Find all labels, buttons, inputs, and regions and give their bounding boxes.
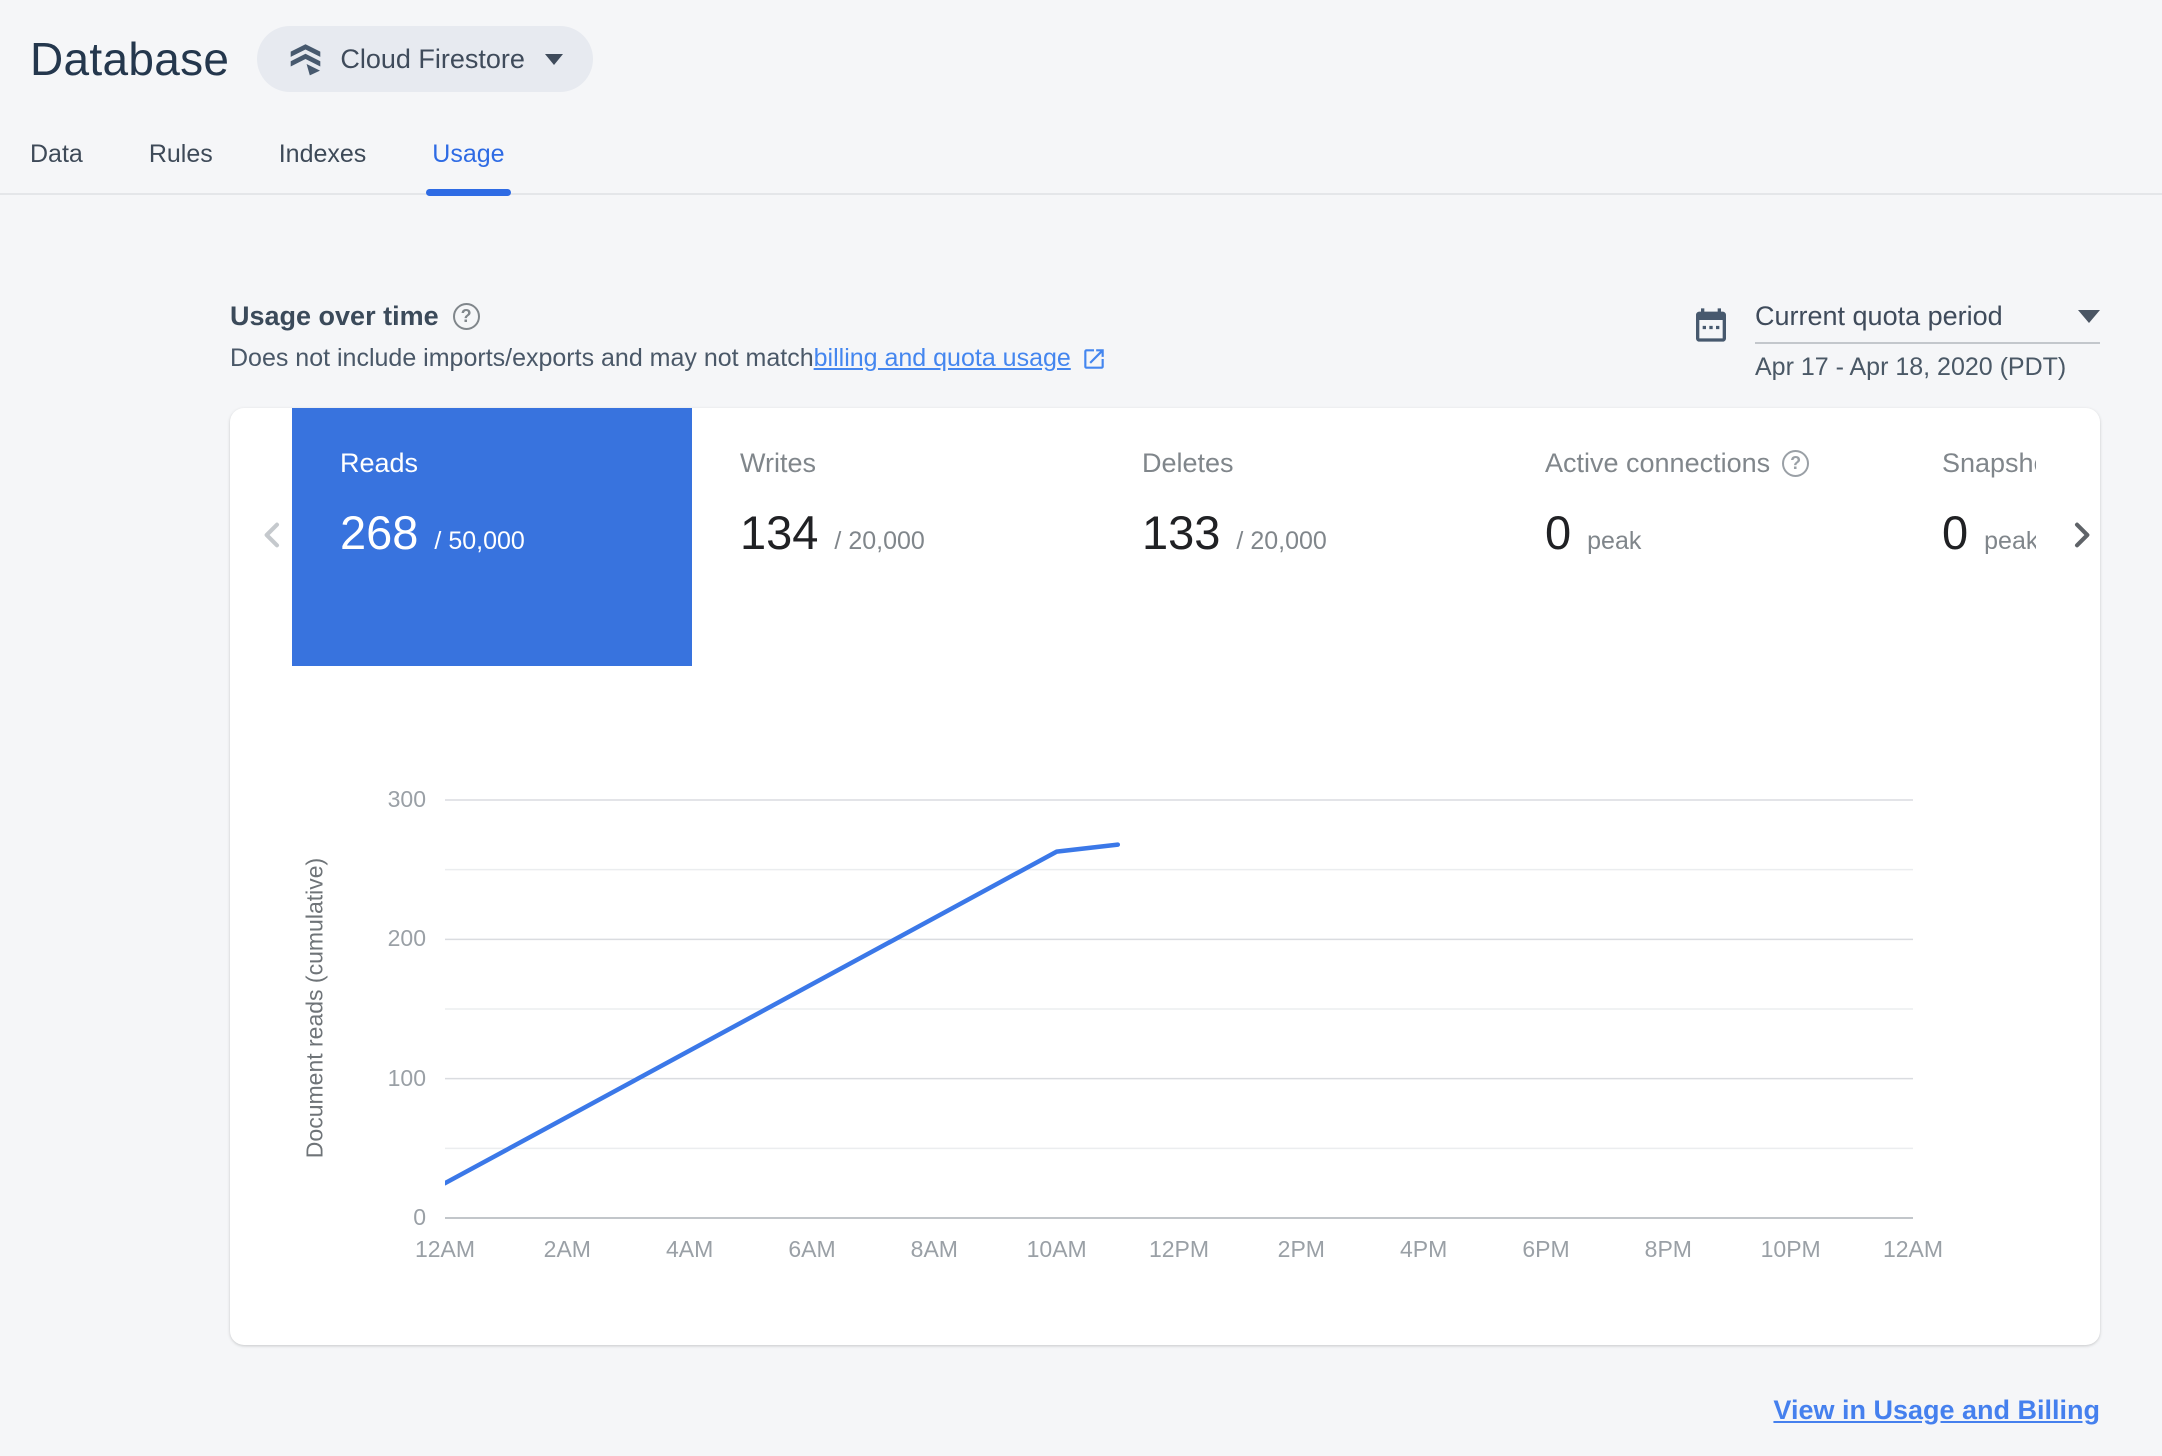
tab-usage[interactable]: Usage xyxy=(426,140,511,196)
calendar-icon xyxy=(1691,305,1731,345)
y-tick-label: 200 xyxy=(387,925,426,952)
metric-value: 268 xyxy=(340,506,419,559)
page-header: Database Cloud Firestore xyxy=(0,0,2162,92)
usage-card: Reads 268/ 50,000 Writes 134/ 20,000 Deletes… xyxy=(230,408,2100,1345)
metric-label: Snapshot listeners xyxy=(1942,448,2036,478)
metric-label: Active connections xyxy=(1545,448,1771,478)
chart-plot xyxy=(445,799,1913,1219)
metric-active-connections[interactable]: Active connections? 0 peak xyxy=(1545,408,1810,666)
x-tick-label: 8AM xyxy=(910,1236,958,1262)
x-tick-label: 10AM xyxy=(1026,1236,1087,1262)
usage-chart: Document reads (cumulative) 0 100 200 300 12A… xyxy=(230,786,2100,1298)
metric-value: 0 xyxy=(1942,506,1969,559)
chart-line-document-reads-cumulative- xyxy=(445,842,1121,1186)
metric-deletes[interactable]: Deletes 133 / 20,000 xyxy=(1142,408,1327,666)
billing-quota-link[interactable]: billing and quota usage xyxy=(814,344,1071,373)
x-tick-label: 12PM xyxy=(1148,1236,1210,1262)
metric-limit: / 20,000 xyxy=(834,527,925,555)
metric-help-icon[interactable]: ? xyxy=(1782,450,1810,477)
x-tick-label: 12AM xyxy=(414,1236,476,1262)
x-tick-label: 6PM xyxy=(1522,1236,1570,1262)
quota-period-range: Apr 17 - Apr 18, 2020 (PDT) xyxy=(1755,353,2067,381)
x-tick-label: 2PM xyxy=(1277,1236,1325,1262)
product-selector-chip[interactable]: Cloud Firestore xyxy=(257,26,593,92)
section-subtitle: Does not include imports/exports and may… xyxy=(230,344,1107,373)
chevron-down-icon xyxy=(544,53,563,65)
tab-rules[interactable]: Rules xyxy=(149,140,213,193)
quota-caret-icon xyxy=(2078,310,2100,323)
carousel-next-icon[interactable] xyxy=(2062,516,2100,554)
tab-data[interactable]: Data xyxy=(30,140,83,193)
x-tick-label: 2AM xyxy=(543,1236,591,1262)
metric-value: 133 xyxy=(1142,506,1221,559)
metric-writes[interactable]: Writes 134 / 20,000 xyxy=(740,408,925,666)
tab-bar: Data Rules Indexes Usage xyxy=(0,140,2162,196)
usage-content: Usage over time ? Does not include impor… xyxy=(230,301,2100,1426)
subtitle-text: Does not include imports/exports and may… xyxy=(230,344,814,372)
x-tick-label: 10PM xyxy=(1760,1236,1821,1262)
metric-value: 134 xyxy=(740,506,819,559)
carousel-prev-icon[interactable] xyxy=(254,516,292,554)
quota-period-label: Current quota period xyxy=(1755,301,2003,331)
usage-help-icon[interactable]: ? xyxy=(452,303,480,330)
metric-label: Reads xyxy=(340,448,419,478)
y-tick-label: 300 xyxy=(387,786,426,812)
section-title: Usage over time xyxy=(230,301,439,331)
y-tick-label: 0 xyxy=(413,1204,426,1230)
x-tick-label: 4PM xyxy=(1400,1236,1448,1262)
metric-label: Writes xyxy=(740,448,817,478)
page-title: Database xyxy=(30,33,230,85)
metric-label: Deletes xyxy=(1142,448,1234,478)
metric-snapshot-listeners[interactable]: Snapshot listeners 0 peak xyxy=(1942,408,2036,666)
product-selector-label: Cloud Firestore xyxy=(340,43,525,74)
cloud-firestore-icon xyxy=(287,41,324,78)
y-axis-title: Document reads (cumulative) xyxy=(301,857,328,1159)
metric-reads-selected[interactable]: Reads 268 / 50,000 xyxy=(292,408,692,666)
metric-limit: peak xyxy=(1587,527,1642,555)
x-tick-label: 12AM xyxy=(1882,1236,1944,1262)
metric-limit: peak xyxy=(1984,527,2036,555)
external-link-icon[interactable] xyxy=(1081,346,1107,372)
quota-period-selector[interactable]: Current quota period Apr 17 - Apr 18, 20… xyxy=(1691,301,2100,382)
metrics-carousel: Reads 268/ 50,000 Writes 134/ 20,000 Deletes… xyxy=(230,408,2036,666)
metric-limit: / 20,000 xyxy=(1236,527,1327,555)
metric-limit: / 50,000 xyxy=(434,527,525,555)
x-tick-label: 8PM xyxy=(1644,1236,1692,1262)
x-tick-label: 6AM xyxy=(788,1236,836,1262)
view-usage-billing-link[interactable]: View in Usage and Billing xyxy=(1773,1395,2100,1425)
x-tick-label: 4AM xyxy=(666,1236,714,1262)
y-tick-label: 100 xyxy=(387,1064,426,1091)
metric-value: 0 xyxy=(1545,506,1572,559)
tab-indexes[interactable]: Indexes xyxy=(279,140,367,193)
